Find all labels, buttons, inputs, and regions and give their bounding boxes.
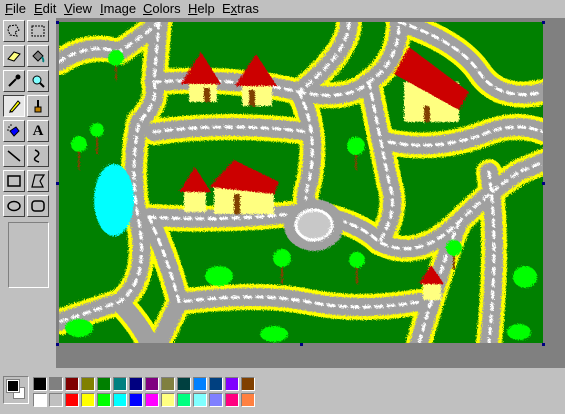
free-form-select-icon (7, 24, 20, 37)
polygon-icon (31, 174, 46, 188)
resize-handle-right[interactable] (542, 182, 545, 185)
menu-view[interactable]: View (63, 1, 93, 17)
tool-pick-color[interactable] (3, 70, 25, 92)
palette-swatch[interactable] (241, 377, 255, 391)
rounded-rectangle-icon (31, 200, 45, 212)
palette-swatch[interactable] (209, 377, 223, 391)
menu-file-rest: ile (12, 1, 26, 16)
tool-magnifier[interactable] (27, 70, 49, 92)
menu-extras[interactable]: Extras (221, 1, 260, 17)
line-icon (7, 150, 21, 162)
palette-swatch[interactable] (209, 393, 223, 407)
palette-swatch[interactable] (177, 377, 191, 391)
magnifier-icon (32, 75, 45, 88)
resize-handle-bottom-right[interactable] (542, 343, 545, 346)
resize-handle-left[interactable] (56, 182, 59, 185)
resize-handle-bottom[interactable] (300, 343, 303, 346)
palette-swatch[interactable] (161, 393, 175, 407)
tool-ellipse[interactable] (3, 195, 25, 217)
palette-swatch[interactable] (97, 393, 111, 407)
ellipse-icon (7, 200, 21, 212)
menu-image-rest: mage (103, 1, 137, 16)
pencil-icon (9, 100, 21, 113)
menu-file-accel: F (5, 1, 13, 16)
foreground-color (6, 379, 20, 393)
resize-handle-bottom-left[interactable] (56, 343, 59, 346)
tool-fill[interactable] (27, 45, 49, 67)
menu-help[interactable]: Help (187, 1, 216, 17)
text-icon: A (32, 123, 44, 139)
palette-swatch[interactable] (177, 393, 191, 407)
menu-help-accel: H (188, 1, 198, 16)
menu-bar: File Edit View Image Colors Help Extras (0, 0, 565, 18)
tool-free-form-select[interactable] (3, 20, 25, 42)
palette-swatch[interactable] (145, 377, 159, 391)
tool-curve[interactable] (27, 145, 49, 167)
tool-brush[interactable] (27, 95, 49, 117)
drawing-canvas[interactable] (59, 22, 543, 343)
toolbox: A (0, 18, 56, 368)
roundabout (284, 199, 344, 251)
menu-image[interactable]: Image (99, 1, 137, 17)
palette-swatch[interactable] (145, 393, 159, 407)
tool-rectangle[interactable] (3, 170, 25, 192)
palette-swatch[interactable] (113, 377, 127, 391)
tool-rect-select[interactable] (27, 20, 49, 42)
color-palette (0, 368, 565, 414)
menu-colors[interactable]: Colors (142, 1, 182, 17)
airbrush-icon (7, 124, 20, 137)
palette-swatch[interactable] (193, 377, 207, 391)
tool-polygon[interactable] (27, 170, 49, 192)
palette-swatch[interactable] (65, 393, 79, 407)
menu-extras-pre: E (222, 1, 231, 16)
menu-extras-rest: tras (237, 1, 259, 16)
palette-swatch[interactable] (161, 377, 175, 391)
palette-swatch[interactable] (49, 393, 63, 407)
palette-swatch[interactable] (33, 377, 47, 391)
tool-text[interactable]: A (27, 120, 49, 142)
eyedropper-icon (8, 74, 21, 87)
palette-swatch[interactable] (225, 377, 239, 391)
menu-colors-rest: olors (152, 1, 181, 16)
menu-colors-accel: C (143, 1, 153, 16)
palette-swatch[interactable] (241, 393, 255, 407)
tool-rounded-rectangle[interactable] (27, 195, 49, 217)
palette-swatch[interactable] (81, 393, 95, 407)
map-drawing (59, 22, 543, 343)
tool-eraser[interactable] (3, 45, 25, 67)
eraser-icon (7, 51, 21, 62)
tool-options-panel[interactable] (8, 222, 49, 288)
pond (94, 164, 134, 236)
palette-swatch[interactable] (193, 393, 207, 407)
brush-icon (34, 100, 42, 113)
palette-swatch[interactable] (225, 393, 239, 407)
palette-swatch[interactable] (129, 377, 143, 391)
canvas-area (56, 18, 565, 368)
current-colors[interactable] (3, 376, 29, 404)
tool-airbrush[interactable] (3, 120, 25, 142)
palette-swatch[interactable] (113, 393, 127, 407)
palette-swatch[interactable] (65, 377, 79, 391)
palette-swatch[interactable] (129, 393, 143, 407)
rect-select-icon (31, 25, 45, 37)
tool-pencil[interactable] (3, 95, 25, 117)
resize-handle-top-left[interactable] (56, 21, 59, 24)
menu-edit-rest: dit (42, 1, 57, 16)
tool-line[interactable] (3, 145, 25, 167)
menu-view-rest: iew (72, 1, 92, 16)
palette-swatch[interactable] (33, 393, 47, 407)
menu-help-rest: elp (197, 1, 215, 16)
resize-handle-top-right[interactable] (542, 21, 545, 24)
palette-swatch[interactable] (49, 377, 63, 391)
palette-swatch[interactable] (81, 377, 95, 391)
menu-edit[interactable]: Edit (33, 1, 57, 17)
menu-edit-accel: E (34, 1, 43, 16)
menu-file[interactable]: File (4, 1, 27, 17)
rectangle-icon (7, 175, 21, 187)
paint-bucket-icon (32, 50, 45, 63)
palette-swatch[interactable] (97, 377, 111, 391)
curve-icon (33, 149, 40, 163)
